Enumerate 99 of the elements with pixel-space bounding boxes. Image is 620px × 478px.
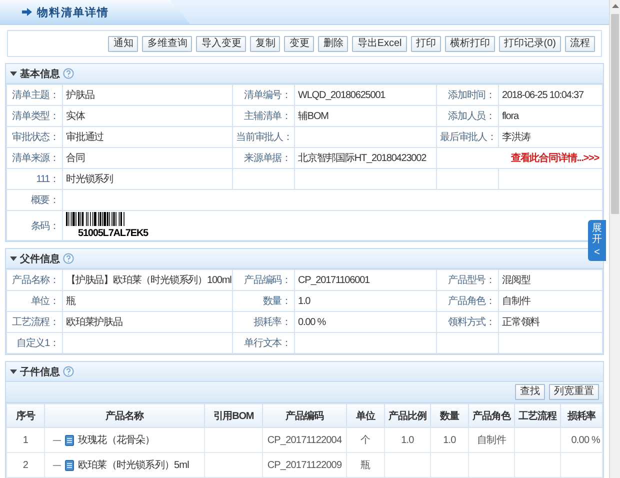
field-label: 产品角色：	[448, 296, 495, 307]
table-cell: 1	[22, 434, 28, 446]
table-cell: 1.0	[401, 434, 414, 446]
field-label: 工艺流程：	[12, 317, 59, 328]
field-value: flora	[502, 110, 518, 122]
toolbar-button[interactable]: 列宽重置	[549, 384, 599, 400]
table-cell: 1.0	[443, 434, 456, 446]
field-label: 主辅清单：	[244, 111, 291, 122]
column-header[interactable]: 数量	[430, 404, 468, 428]
table-cell-text: 欧珀莱（时光锁系列）5ml	[78, 458, 189, 472]
field-value: 混阅型	[502, 275, 530, 286]
toolbar-button[interactable]: 打印记录(0)	[498, 36, 561, 52]
column-header[interactable]: 产品编码	[262, 404, 346, 428]
field-value: 北京智邦国际HT_20180423002	[298, 153, 426, 164]
field-label: 损耗率：	[253, 317, 291, 328]
field-label: 领料方式：	[448, 317, 495, 328]
table-cell: CP_20171122009	[267, 460, 342, 470]
document-icon	[65, 434, 74, 446]
field-value: 2018-06-25 10:04:37	[502, 90, 584, 100]
field-value: 实体	[66, 111, 85, 122]
column-header[interactable]: 单位	[346, 404, 384, 428]
scrollbar[interactable]	[609, 0, 620, 478]
column-header[interactable]: 产品名称	[44, 404, 204, 428]
expand-side-tab[interactable]: 展开 <	[588, 220, 606, 261]
scroll-up-icon[interactable]	[612, 4, 618, 8]
caret-down-icon[interactable]	[10, 368, 17, 375]
field-value: 1.0	[298, 296, 310, 306]
column-header[interactable]: 引用BOM	[204, 404, 262, 428]
field-value: 审批通过	[66, 132, 104, 143]
field-label: 产品编码：	[244, 275, 291, 286]
help-icon[interactable]	[63, 253, 74, 264]
field-label: 清单来源：	[12, 153, 59, 164]
field-value: 辅BOM	[298, 111, 328, 122]
field-value: 护肤品	[66, 90, 94, 101]
toolbar-button[interactable]: 多维查询	[142, 36, 192, 52]
section-title: 父件信息	[20, 252, 60, 266]
column-header[interactable]: 产品角色	[468, 404, 514, 428]
column-header[interactable]: 序号	[6, 404, 44, 428]
toolbar-button[interactable]: 导出Excel	[352, 36, 407, 52]
table-cell: CP_20171122004	[267, 434, 342, 446]
field-label: 数量：	[262, 296, 291, 307]
table-cell: 0.00 %	[571, 434, 600, 446]
field-label: 清单类型：	[12, 111, 59, 122]
toolbar-button[interactable]: 删除	[318, 36, 348, 52]
page-title: 物料清单详情	[37, 6, 109, 20]
caret-down-icon[interactable]	[10, 255, 17, 262]
table-cell: 瓶	[360, 460, 370, 471]
toolbar-button[interactable]: 变更	[284, 36, 314, 52]
document-icon	[65, 460, 74, 470]
field-value: CP_20171106001	[298, 274, 370, 286]
column-header[interactable]: 损耗率	[560, 404, 602, 428]
field-label: 来源单据：	[244, 153, 291, 164]
table-cell: 自制件	[477, 435, 506, 446]
column-header[interactable]: 产品比例	[384, 404, 430, 428]
field-label: 审批状态：	[12, 132, 59, 143]
help-icon[interactable]	[63, 366, 74, 377]
toolbar-button[interactable]: 复制	[250, 36, 280, 52]
table-cell-text: 玫瑰花（花骨朵）	[78, 434, 155, 447]
field-label: 自定义1：	[16, 338, 59, 349]
toolbar-button[interactable]: 流程	[565, 36, 595, 52]
field-label: 当前审批人：	[236, 132, 292, 143]
field-label: 产品型号：	[448, 275, 495, 286]
field-value: 0.00 %	[298, 316, 326, 328]
toolbar-button[interactable]: 横析打印	[444, 36, 495, 52]
toolbar-button[interactable]: 导入变更	[196, 36, 246, 52]
field-label: 最后审批人：	[440, 132, 496, 143]
field-label: 添加时间：	[448, 90, 495, 101]
field-value: 时光锁系列	[66, 174, 114, 185]
field-label: 添加人员：	[448, 111, 495, 122]
section-title: 基本信息	[20, 68, 60, 80]
field-label: 产品名称：	[12, 275, 59, 286]
toolbar-button[interactable]: 查找	[515, 384, 545, 400]
field-label: 清单编号：	[244, 90, 291, 101]
caret-down-icon[interactable]	[10, 70, 17, 77]
field-label: 单行文本：	[244, 338, 291, 349]
field-value: 欧珀莱护肤品	[66, 317, 122, 328]
field-label: 111：	[36, 174, 59, 185]
field-label: 单位：	[30, 296, 59, 307]
barcode-drawing	[66, 212, 126, 226]
help-icon[interactable]	[63, 68, 74, 79]
column-header[interactable]: 工艺流程	[514, 404, 560, 428]
field-label: 清单主题：	[12, 90, 59, 101]
section-title: 子件信息	[20, 366, 60, 378]
field-value: 李洪涛	[502, 132, 530, 143]
field-value: 合同	[66, 153, 85, 164]
field-value: 自制件	[502, 296, 530, 307]
field-label: 概要：	[30, 195, 59, 206]
toolbar-button[interactable]: 通知	[108, 36, 138, 52]
field-value: 【护肤品】欧珀莱（时光锁系列）100ml	[66, 275, 232, 286]
table-cell: 2	[22, 460, 28, 470]
tree-connector-icon	[53, 464, 61, 466]
table-cell: 个	[360, 435, 370, 446]
field-value: WLQD_20180625001	[298, 90, 386, 100]
toolbar-button[interactable]: 打印	[410, 36, 441, 52]
field-value: 瓶	[66, 296, 76, 307]
barcode-number: 51005L7AL7EK5	[77, 229, 150, 239]
arrow-right-icon	[22, 8, 32, 16]
field-value: 正常领料	[502, 317, 540, 328]
field-label: 条码：	[30, 220, 59, 232]
